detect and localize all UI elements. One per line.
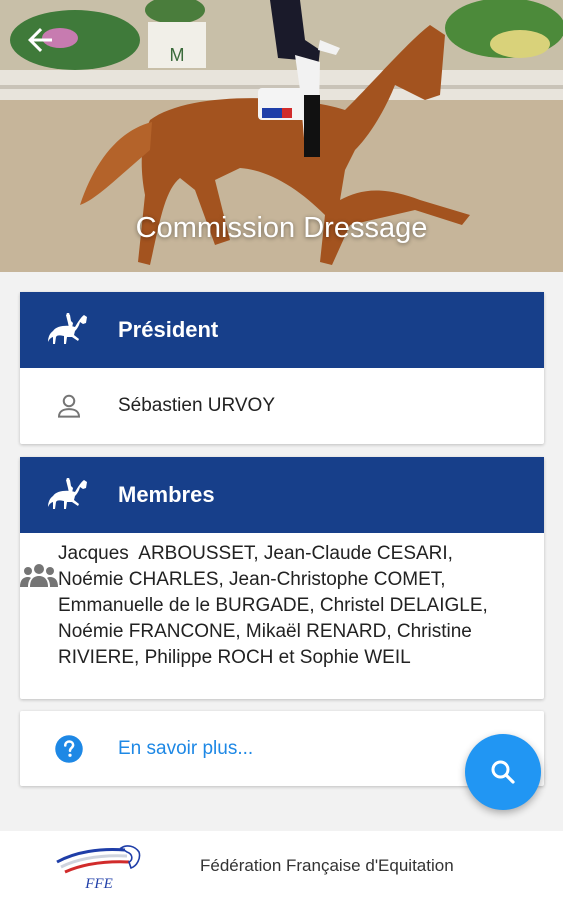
members-card: Membres Jacques ARBOUSSET, Jean-Claude C… [20, 457, 544, 699]
president-row: Sébastien URVOY [20, 368, 544, 444]
president-header: Président [20, 292, 544, 368]
hero-banner: M Commission Dressage [0, 0, 563, 272]
footer: FFE Fédération Française d'Equitation [0, 831, 563, 900]
back-button[interactable] [22, 22, 58, 58]
president-header-label: Président [118, 317, 219, 342]
person-icon [20, 391, 118, 421]
president-name: Sébastien URVOY [118, 395, 276, 416]
page-title: Commission Dressage [135, 212, 428, 244]
more-info-link[interactable]: En savoir plus... [118, 736, 253, 762]
search-icon [491, 760, 515, 784]
members-header: Membres [20, 457, 544, 533]
ffe-logo: FFE [0, 840, 200, 892]
search-button[interactable] [465, 734, 541, 810]
members-row: Jacques ARBOUSSET, Jean-Claude CESARI, N… [20, 533, 544, 699]
federation-name: Fédération Française d'Equitation [200, 855, 454, 875]
arena-letter: M [170, 45, 185, 65]
members-list: Jacques ARBOUSSET, Jean-Claude CESARI, N… [58, 543, 494, 668]
arrow-left-icon [28, 28, 52, 52]
members-header-label: Membres [118, 482, 215, 507]
group-icon [20, 541, 58, 589]
help-circle-icon [20, 734, 118, 764]
ffe-logo-text: FFE [84, 876, 113, 892]
president-card: Président Sébastien URVOY [20, 292, 544, 444]
dressage-horse-icon [20, 313, 118, 347]
dressage-horse-icon [20, 478, 118, 512]
